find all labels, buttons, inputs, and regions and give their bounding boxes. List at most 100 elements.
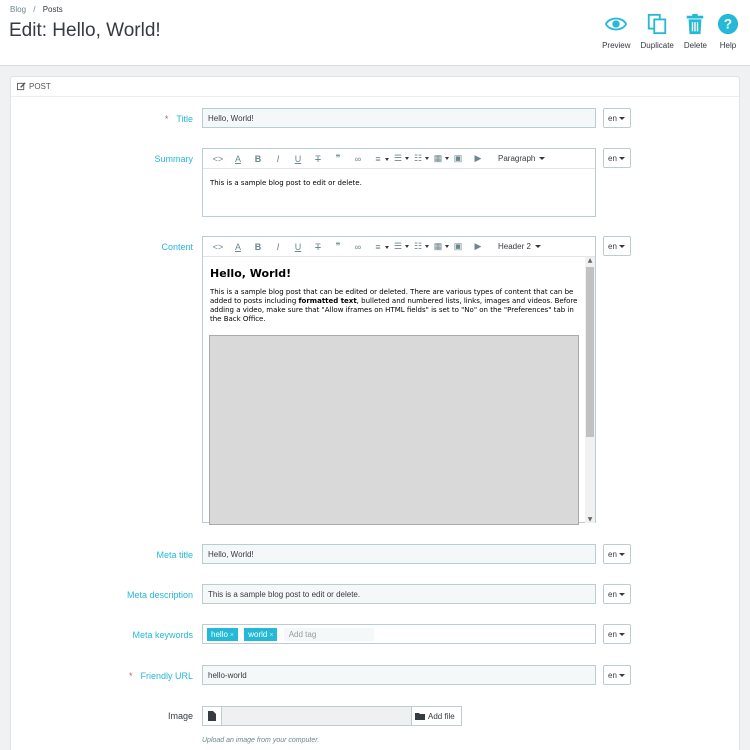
italic-icon[interactable]: I <box>268 242 288 252</box>
summary-editor-toolbar: <> A B I U T ❞ ∞ ≡ ☰ ☷ ▦ ▣ ▶ Paragraph <box>203 149 595 169</box>
scroll-up-icon[interactable]: ▲ <box>585 257 595 264</box>
editor-scrollbar[interactable]: ▲ ▼ <box>585 257 595 523</box>
panel-heading-text: POST <box>29 82 51 91</box>
copy-icon <box>648 13 667 35</box>
breadcrumb-parent[interactable]: Blog <box>10 5 26 14</box>
strikethrough-icon[interactable]: T <box>308 154 328 164</box>
file-icon <box>208 711 216 721</box>
delete-button[interactable]: Delete <box>679 13 712 50</box>
link-icon[interactable]: ∞ <box>348 242 368 252</box>
friendly-url-input[interactable]: hello-world <box>202 665 596 685</box>
content-heading: Hello, World! <box>210 267 292 280</box>
bullet-list-icon[interactable]: ☰ <box>388 153 409 164</box>
underline-icon[interactable]: U <box>288 154 308 164</box>
bullet-list-icon[interactable]: ☰ <box>388 241 409 252</box>
meta-title-label: Meta title <box>156 550 193 560</box>
text-color-icon[interactable]: A <box>228 154 248 164</box>
required-mark: * <box>164 114 169 124</box>
summary-label: Summary <box>154 154 193 164</box>
content-editor[interactable]: <> A B I U T ❞ ∞ ≡ ☰ ☷ ▦ ▣ ▶ Header 2 He… <box>202 236 596 525</box>
required-mark: * <box>128 671 133 681</box>
content-paragraph: This is a sample blog post that can be e… <box>210 288 578 323</box>
numbered-list-icon[interactable]: ☷ <box>408 241 429 252</box>
remove-tag-icon[interactable]: × <box>269 632 273 639</box>
meta-description-label: Meta description <box>126 590 193 600</box>
content-label: Content <box>161 242 193 252</box>
help-button[interactable]: ? Help <box>712 13 744 50</box>
trash-icon <box>687 13 704 35</box>
meta-keywords-lang-select[interactable]: en <box>603 624 631 644</box>
code-icon[interactable]: <> <box>208 154 228 164</box>
content-editor-body[interactable]: Hello, World! This is a sample blog post… <box>203 257 595 525</box>
keyword-tag[interactable]: hello × <box>207 628 238 641</box>
post-panel: POST * Title Hello, World! en Summary <> … <box>10 76 740 750</box>
format-select[interactable]: Paragraph <box>498 154 546 163</box>
table-icon[interactable]: ▦ <box>428 153 449 164</box>
panel-heading: POST <box>11 77 739 97</box>
scroll-thumb[interactable] <box>586 267 594 437</box>
friendly-url-label: * Friendly URL <box>128 671 193 681</box>
delete-label: Delete <box>683 41 707 50</box>
summary-editor-body[interactable]: This is a sample blog post to edit or de… <box>203 169 595 194</box>
image-icon[interactable]: ▣ <box>448 153 468 164</box>
meta-keywords-input[interactable]: hello × world × Add tag <box>202 624 596 644</box>
duplicate-button[interactable]: Duplicate <box>636 13 679 50</box>
file-name-input[interactable] <box>221 706 412 726</box>
bold-icon[interactable]: B <box>248 154 268 164</box>
help-label: Help <box>719 41 737 50</box>
content-lang-select[interactable]: en <box>603 236 631 256</box>
title-lang-select[interactable]: en <box>603 108 631 128</box>
format-select[interactable]: Header 2 <box>498 242 541 251</box>
bold-icon[interactable]: B <box>248 242 268 252</box>
image-help-text: Upload an image from your computer. <box>202 737 320 744</box>
meta-keywords-label: Meta keywords <box>132 630 193 640</box>
preview-button[interactable]: Preview <box>597 13 635 50</box>
title-input[interactable]: Hello, World! <box>202 108 596 128</box>
code-icon[interactable]: <> <box>208 242 228 252</box>
strikethrough-icon[interactable]: T <box>308 242 328 252</box>
breadcrumb: Blog / Posts <box>10 5 63 14</box>
duplicate-label: Duplicate <box>640 41 674 50</box>
folder-icon <box>415 713 425 720</box>
remove-tag-icon[interactable]: × <box>230 632 234 639</box>
italic-icon[interactable]: I <box>268 154 288 164</box>
header-toolbar: Preview Duplicate Delete ? Help <box>597 13 744 50</box>
eye-icon <box>605 17 628 31</box>
align-icon[interactable]: ≡ <box>368 154 389 164</box>
add-file-button[interactable]: Add file <box>411 706 462 726</box>
meta-title-lang-select[interactable]: en <box>603 544 631 564</box>
help-icon: ? <box>717 13 739 35</box>
breadcrumb-separator: / <box>33 5 36 14</box>
blockquote-icon[interactable]: ❞ <box>328 241 348 252</box>
meta-description-input[interactable]: This is a sample blog post to edit or de… <box>202 584 596 604</box>
video-embed-placeholder <box>209 335 579 525</box>
edit-icon <box>17 82 26 91</box>
friendly-url-lang-select[interactable]: en <box>603 665 631 685</box>
keyword-tag[interactable]: world × <box>244 628 278 641</box>
breadcrumb-current[interactable]: Posts <box>43 5 63 14</box>
align-icon[interactable]: ≡ <box>368 242 389 252</box>
link-icon[interactable]: ∞ <box>348 154 368 164</box>
scroll-down-icon[interactable]: ▼ <box>585 516 595 523</box>
image-icon[interactable]: ▣ <box>448 241 468 252</box>
page-header: Blog / Posts Edit: Hello, World! Preview… <box>0 0 750 66</box>
summary-editor[interactable]: <> A B I U T ❞ ∞ ≡ ☰ ☷ ▦ ▣ ▶ Paragraph T… <box>202 148 596 217</box>
image-label: Image <box>167 711 193 721</box>
file-icon-box <box>202 706 222 726</box>
underline-icon[interactable]: U <box>288 242 308 252</box>
summary-lang-select[interactable]: en <box>603 148 631 168</box>
page-title: Edit: Hello, World! <box>9 20 161 41</box>
meta-title-input[interactable]: Hello, World! <box>202 544 596 564</box>
title-label: * Title <box>164 114 193 124</box>
preview-label: Preview <box>602 41 631 50</box>
content-editor-toolbar: <> A B I U T ❞ ∞ ≡ ☰ ☷ ▦ ▣ ▶ Header 2 <box>203 237 595 257</box>
numbered-list-icon[interactable]: ☷ <box>408 153 429 164</box>
add-tag-input[interactable]: Add tag <box>283 628 374 641</box>
meta-description-lang-select[interactable]: en <box>603 584 631 604</box>
video-icon[interactable]: ▶ <box>468 241 488 252</box>
blockquote-icon[interactable]: ❞ <box>328 153 348 164</box>
video-icon[interactable]: ▶ <box>468 153 488 164</box>
text-color-icon[interactable]: A <box>228 242 248 252</box>
svg-text:?: ? <box>724 17 732 32</box>
table-icon[interactable]: ▦ <box>428 241 449 252</box>
